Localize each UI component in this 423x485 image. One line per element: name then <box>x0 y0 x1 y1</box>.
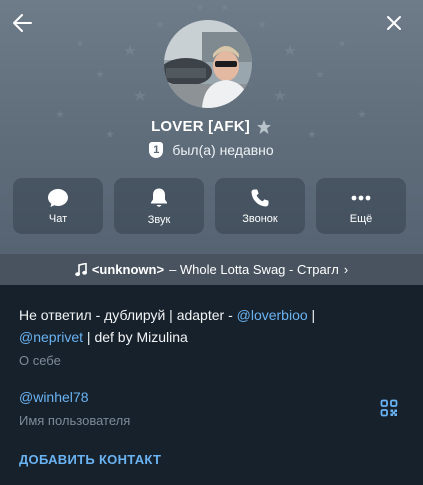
chat-bubble-icon <box>48 188 68 207</box>
add-contact-button[interactable]: ДОБАВИТЬ КОНТАКТ <box>19 452 161 467</box>
chevron-right-icon: › <box>343 262 349 277</box>
chat-button[interactable]: Чат <box>13 178 103 234</box>
sound-label: Звук <box>147 213 171 226</box>
bio-link-loverbioo[interactable]: @loverbioo <box>237 307 308 323</box>
status-badge: 1 <box>149 142 164 158</box>
close-icon <box>387 16 401 30</box>
bio-text: Не ответил - дублируй | adapter - @lover… <box>19 304 409 348</box>
profile-header: LOVER [AFK] 1 был(а) недавно Чат Звук Зв… <box>0 0 423 254</box>
call-button[interactable]: Звонок <box>215 178 305 234</box>
call-label: Звонок <box>242 212 278 225</box>
bell-icon <box>151 188 167 207</box>
action-buttons: Чат Звук Звонок Ещё <box>13 178 406 234</box>
avatar-photo <box>164 20 252 108</box>
music-note-icon <box>75 262 87 276</box>
bio-link-neprivet[interactable]: @neprivet <box>19 329 83 345</box>
now-playing-bar[interactable]: <unknown> – Whole Lotta Swag - Страгл › <box>0 254 423 285</box>
profile-status-row: 1 был(а) недавно <box>0 142 423 158</box>
profile-name-row: LOVER [AFK] <box>0 118 423 135</box>
arrow-left-icon <box>13 14 32 32</box>
phone-icon <box>251 189 269 206</box>
bio-text-part: | <box>307 307 316 323</box>
qr-code-icon[interactable] <box>380 399 398 417</box>
chat-label: Чат <box>48 212 68 225</box>
more-dots-icon <box>351 195 371 200</box>
bio-section: Не ответил - дублируй | adapter - @lover… <box>19 304 409 368</box>
close-button[interactable] <box>382 11 406 35</box>
music-artist: <unknown> <box>91 262 165 277</box>
last-seen-status: был(а) недавно <box>172 142 274 158</box>
star-icon <box>256 119 271 134</box>
more-button[interactable]: Ещё <box>316 178 406 234</box>
music-track: – Whole Lotta Swag - Страгл <box>169 262 339 277</box>
back-button[interactable] <box>10 11 34 35</box>
bio-text-part: | def by Mizulina <box>83 329 188 345</box>
more-label: Ещё <box>349 212 373 225</box>
sound-button[interactable]: Звук <box>114 178 204 234</box>
bio-caption: О себе <box>19 353 61 368</box>
profile-name: LOVER [AFK] <box>151 118 250 135</box>
bio-text-part: Не ответил - дублируй | adapter - <box>19 307 237 323</box>
username-caption: Имя пользователя <box>19 413 131 428</box>
username-link[interactable]: @winhel78 <box>19 389 88 405</box>
avatar[interactable] <box>164 20 252 108</box>
